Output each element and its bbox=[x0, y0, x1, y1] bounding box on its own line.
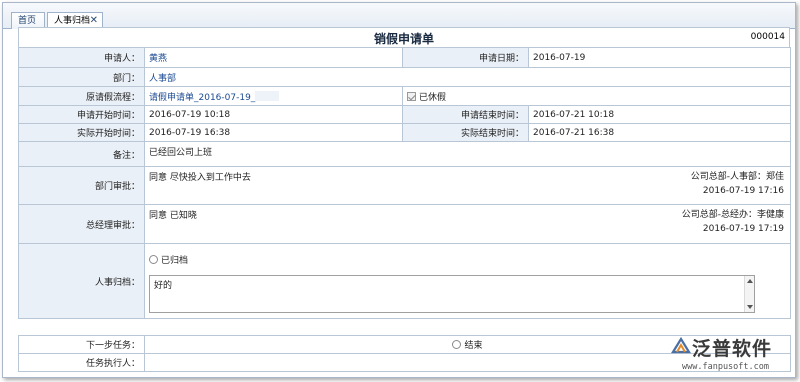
brand-url: www.fanpusoft.com bbox=[682, 362, 769, 372]
gm-approval-sign: 公司总部-总经办：李健康 2016-07-19 17:19 bbox=[682, 208, 784, 236]
tab-bar: 首页 人事归档 ✕ bbox=[3, 3, 795, 30]
gm-approval-time: 2016-07-19 17:19 bbox=[702, 224, 784, 234]
end-radio[interactable] bbox=[452, 340, 462, 349]
dept-value: 人事部 bbox=[144, 67, 791, 87]
orig-flow-link[interactable]: 请假申请单_2016-07-19_ bbox=[149, 93, 255, 103]
dept-approval-label: 部门审批： bbox=[18, 166, 145, 205]
form-header: 销假申请单 000014 bbox=[18, 27, 790, 47]
archived-option-label: 已归档 bbox=[161, 256, 189, 266]
scroll-down-icon[interactable] bbox=[747, 305, 753, 309]
gm-approval-by: 公司总部-总经办：李健康 bbox=[681, 210, 784, 220]
brand-logo: 泛普软件 www.fanpusoft.com bbox=[670, 334, 790, 378]
hr-comment-text: 好的 bbox=[154, 281, 173, 291]
applicant-value: 黄燕 bbox=[144, 47, 403, 68]
dept-approval-sign: 公司总部-人事部：郑佳 2016-07-19 17:16 bbox=[691, 170, 784, 198]
gm-approval-text: 同意 已知晓 bbox=[149, 211, 197, 221]
textarea-scrollbar[interactable] bbox=[744, 276, 754, 312]
applicant-label: 申请人： bbox=[18, 47, 145, 68]
apply-date-value: 2016-07-19 bbox=[528, 47, 791, 68]
end-option-label: 结束 bbox=[464, 341, 483, 351]
dept-approval-time: 2016-07-19 17:16 bbox=[702, 186, 784, 196]
apply-start-value: 2016-07-19 10:18 bbox=[144, 105, 403, 124]
archived-radio[interactable] bbox=[149, 255, 158, 264]
hr-archive-label: 人事归档： bbox=[18, 243, 145, 319]
hr-comment-textarea[interactable]: 好的 bbox=[149, 275, 755, 313]
apply-date-label: 申请日期： bbox=[402, 47, 529, 68]
archived-radio-group: 已归档 bbox=[149, 253, 188, 266]
tab-hr-archive-label: 人事归档 bbox=[54, 16, 91, 26]
page-title: 销假申请单 bbox=[373, 32, 434, 46]
actual-end-value: 2016-07-21 16:38 bbox=[528, 123, 791, 142]
brand-name: 泛普软件 bbox=[692, 338, 773, 360]
rested-checkbox[interactable] bbox=[407, 91, 416, 101]
dept-approval-by: 公司总部-人事部：郑佳 bbox=[690, 172, 784, 182]
remark-label: 备注： bbox=[18, 141, 145, 167]
tab-home-label: 首页 bbox=[18, 16, 37, 26]
apply-start-label: 申请开始时间： bbox=[18, 105, 145, 124]
actual-start-label: 实际开始时间： bbox=[18, 123, 145, 142]
apply-end-label: 申请结束时间： bbox=[402, 105, 529, 124]
actual-start-value: 2016-07-19 16:38 bbox=[144, 123, 403, 142]
dept-approval-cell: 同意 尽快投入到工作中去 公司总部-人事部：郑佳 2016-07-19 17:1… bbox=[144, 166, 791, 205]
rested-label: 已休假 bbox=[419, 92, 447, 103]
executor-label: 任务执行人： bbox=[18, 353, 145, 372]
actual-end-label: 实际结束时间： bbox=[402, 123, 529, 142]
fanpu-logo-icon bbox=[671, 336, 691, 354]
orig-flow-cell: 请假申请单_2016-07-19_ bbox=[144, 86, 403, 106]
rested-cell: 已休假 bbox=[402, 86, 791, 106]
scroll-up-icon[interactable] bbox=[747, 279, 753, 283]
orig-flow-mask bbox=[255, 90, 280, 101]
document-number: 000014 bbox=[750, 32, 785, 42]
apply-end-value: 2016-07-21 10:18 bbox=[528, 105, 791, 124]
next-task-label: 下一步任务： bbox=[18, 335, 145, 354]
orig-flow-label: 原请假流程： bbox=[18, 86, 145, 106]
gm-approval-label: 总经理审批： bbox=[18, 204, 145, 244]
remark-value: 已经回公司上班 bbox=[144, 141, 791, 167]
dept-approval-text: 同意 尽快投入到工作中去 bbox=[149, 173, 251, 183]
dept-label: 部门： bbox=[18, 67, 145, 87]
gm-approval-cell: 同意 已知晓 公司总部-总经办：李健康 2016-07-19 17:19 bbox=[144, 204, 791, 244]
hr-archive-cell: 已归档 好的 bbox=[144, 243, 791, 319]
leave-form: 申请人： 黄燕 申请日期： 2016-07-19 部门： 人事部 原请假流程： … bbox=[18, 47, 791, 319]
